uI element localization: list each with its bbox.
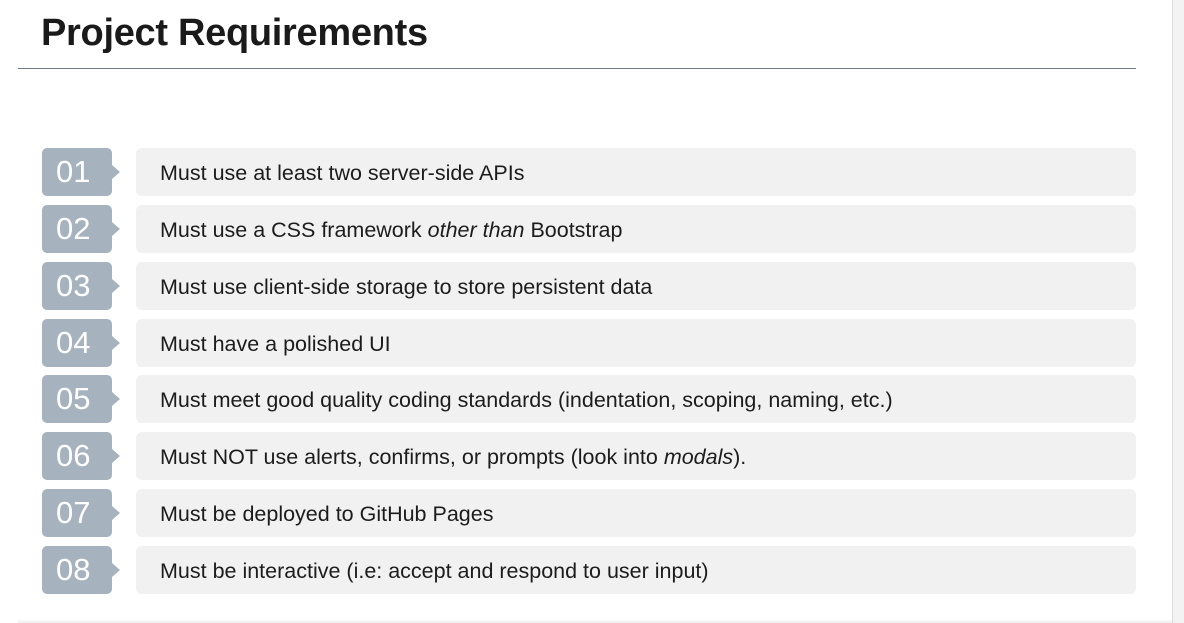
item-text-part: Must meet good quality coding standards … bbox=[160, 388, 893, 412]
item-text-part: Must use client-side storage to store pe… bbox=[160, 275, 653, 299]
page-title: Project Requirements bbox=[41, 12, 428, 54]
item-text-part: Must use a CSS framework bbox=[160, 218, 428, 242]
list-item: 03 Must use client-side storage to store… bbox=[0, 262, 1172, 310]
item-number-badge: 08 bbox=[42, 546, 120, 594]
list-item: 07 Must be deployed to GitHub Pages bbox=[0, 489, 1172, 537]
item-text: Must use client-side storage to store pe… bbox=[136, 262, 1136, 310]
item-text-part: ). bbox=[733, 445, 747, 469]
item-text-emphasis: modals bbox=[663, 445, 734, 469]
item-text-part: Bootstrap bbox=[524, 218, 623, 242]
list-item: 05 Must meet good quality coding standar… bbox=[0, 375, 1172, 423]
list-item: 06 Must NOT use alerts, confirms, or pro… bbox=[0, 432, 1172, 480]
item-number-badge: 07 bbox=[42, 489, 120, 537]
item-number-badge: 04 bbox=[42, 319, 120, 367]
item-number-badge: 02 bbox=[42, 205, 120, 253]
item-text: Must use at least two server-side APIs bbox=[136, 148, 1136, 196]
list-item: 01 Must use at least two server-side API… bbox=[0, 148, 1172, 196]
title-divider bbox=[18, 68, 1136, 69]
slide-bottom-edge bbox=[18, 619, 1172, 623]
list-item: 08 Must be interactive (i.e: accept and … bbox=[0, 546, 1172, 594]
list-item: 04 Must have a polished UI bbox=[0, 319, 1172, 367]
item-text-part: Must use at least two server-side APIs bbox=[160, 161, 525, 185]
item-text: Must have a polished UI bbox=[136, 319, 1136, 367]
item-text-part: Must NOT use alerts, confirms, or prompt… bbox=[160, 445, 664, 469]
item-text: Must be deployed to GitHub Pages bbox=[136, 489, 1136, 537]
item-text-part: Must have a polished UI bbox=[160, 332, 391, 356]
item-text: Must use a CSS framework other than Boot… bbox=[136, 205, 1136, 253]
item-text-part: Must be deployed to GitHub Pages bbox=[160, 502, 494, 526]
item-text: Must NOT use alerts, confirms, or prompt… bbox=[136, 432, 1136, 480]
list-item: 02 Must use a CSS framework other than B… bbox=[0, 205, 1172, 253]
item-number-badge: 06 bbox=[42, 432, 120, 480]
item-number-badge: 01 bbox=[42, 148, 120, 196]
item-text-part: Must be interactive (i.e: accept and res… bbox=[160, 559, 709, 583]
item-number-badge: 03 bbox=[42, 262, 120, 310]
item-text: Must meet good quality coding standards … bbox=[136, 375, 1136, 423]
window-right-edge bbox=[1172, 0, 1184, 623]
slide: Project Requirements 01 Must use at leas… bbox=[0, 0, 1172, 623]
item-text-emphasis: other than bbox=[427, 218, 525, 242]
item-number-badge: 05 bbox=[42, 375, 120, 423]
item-text: Must be interactive (i.e: accept and res… bbox=[136, 546, 1136, 594]
